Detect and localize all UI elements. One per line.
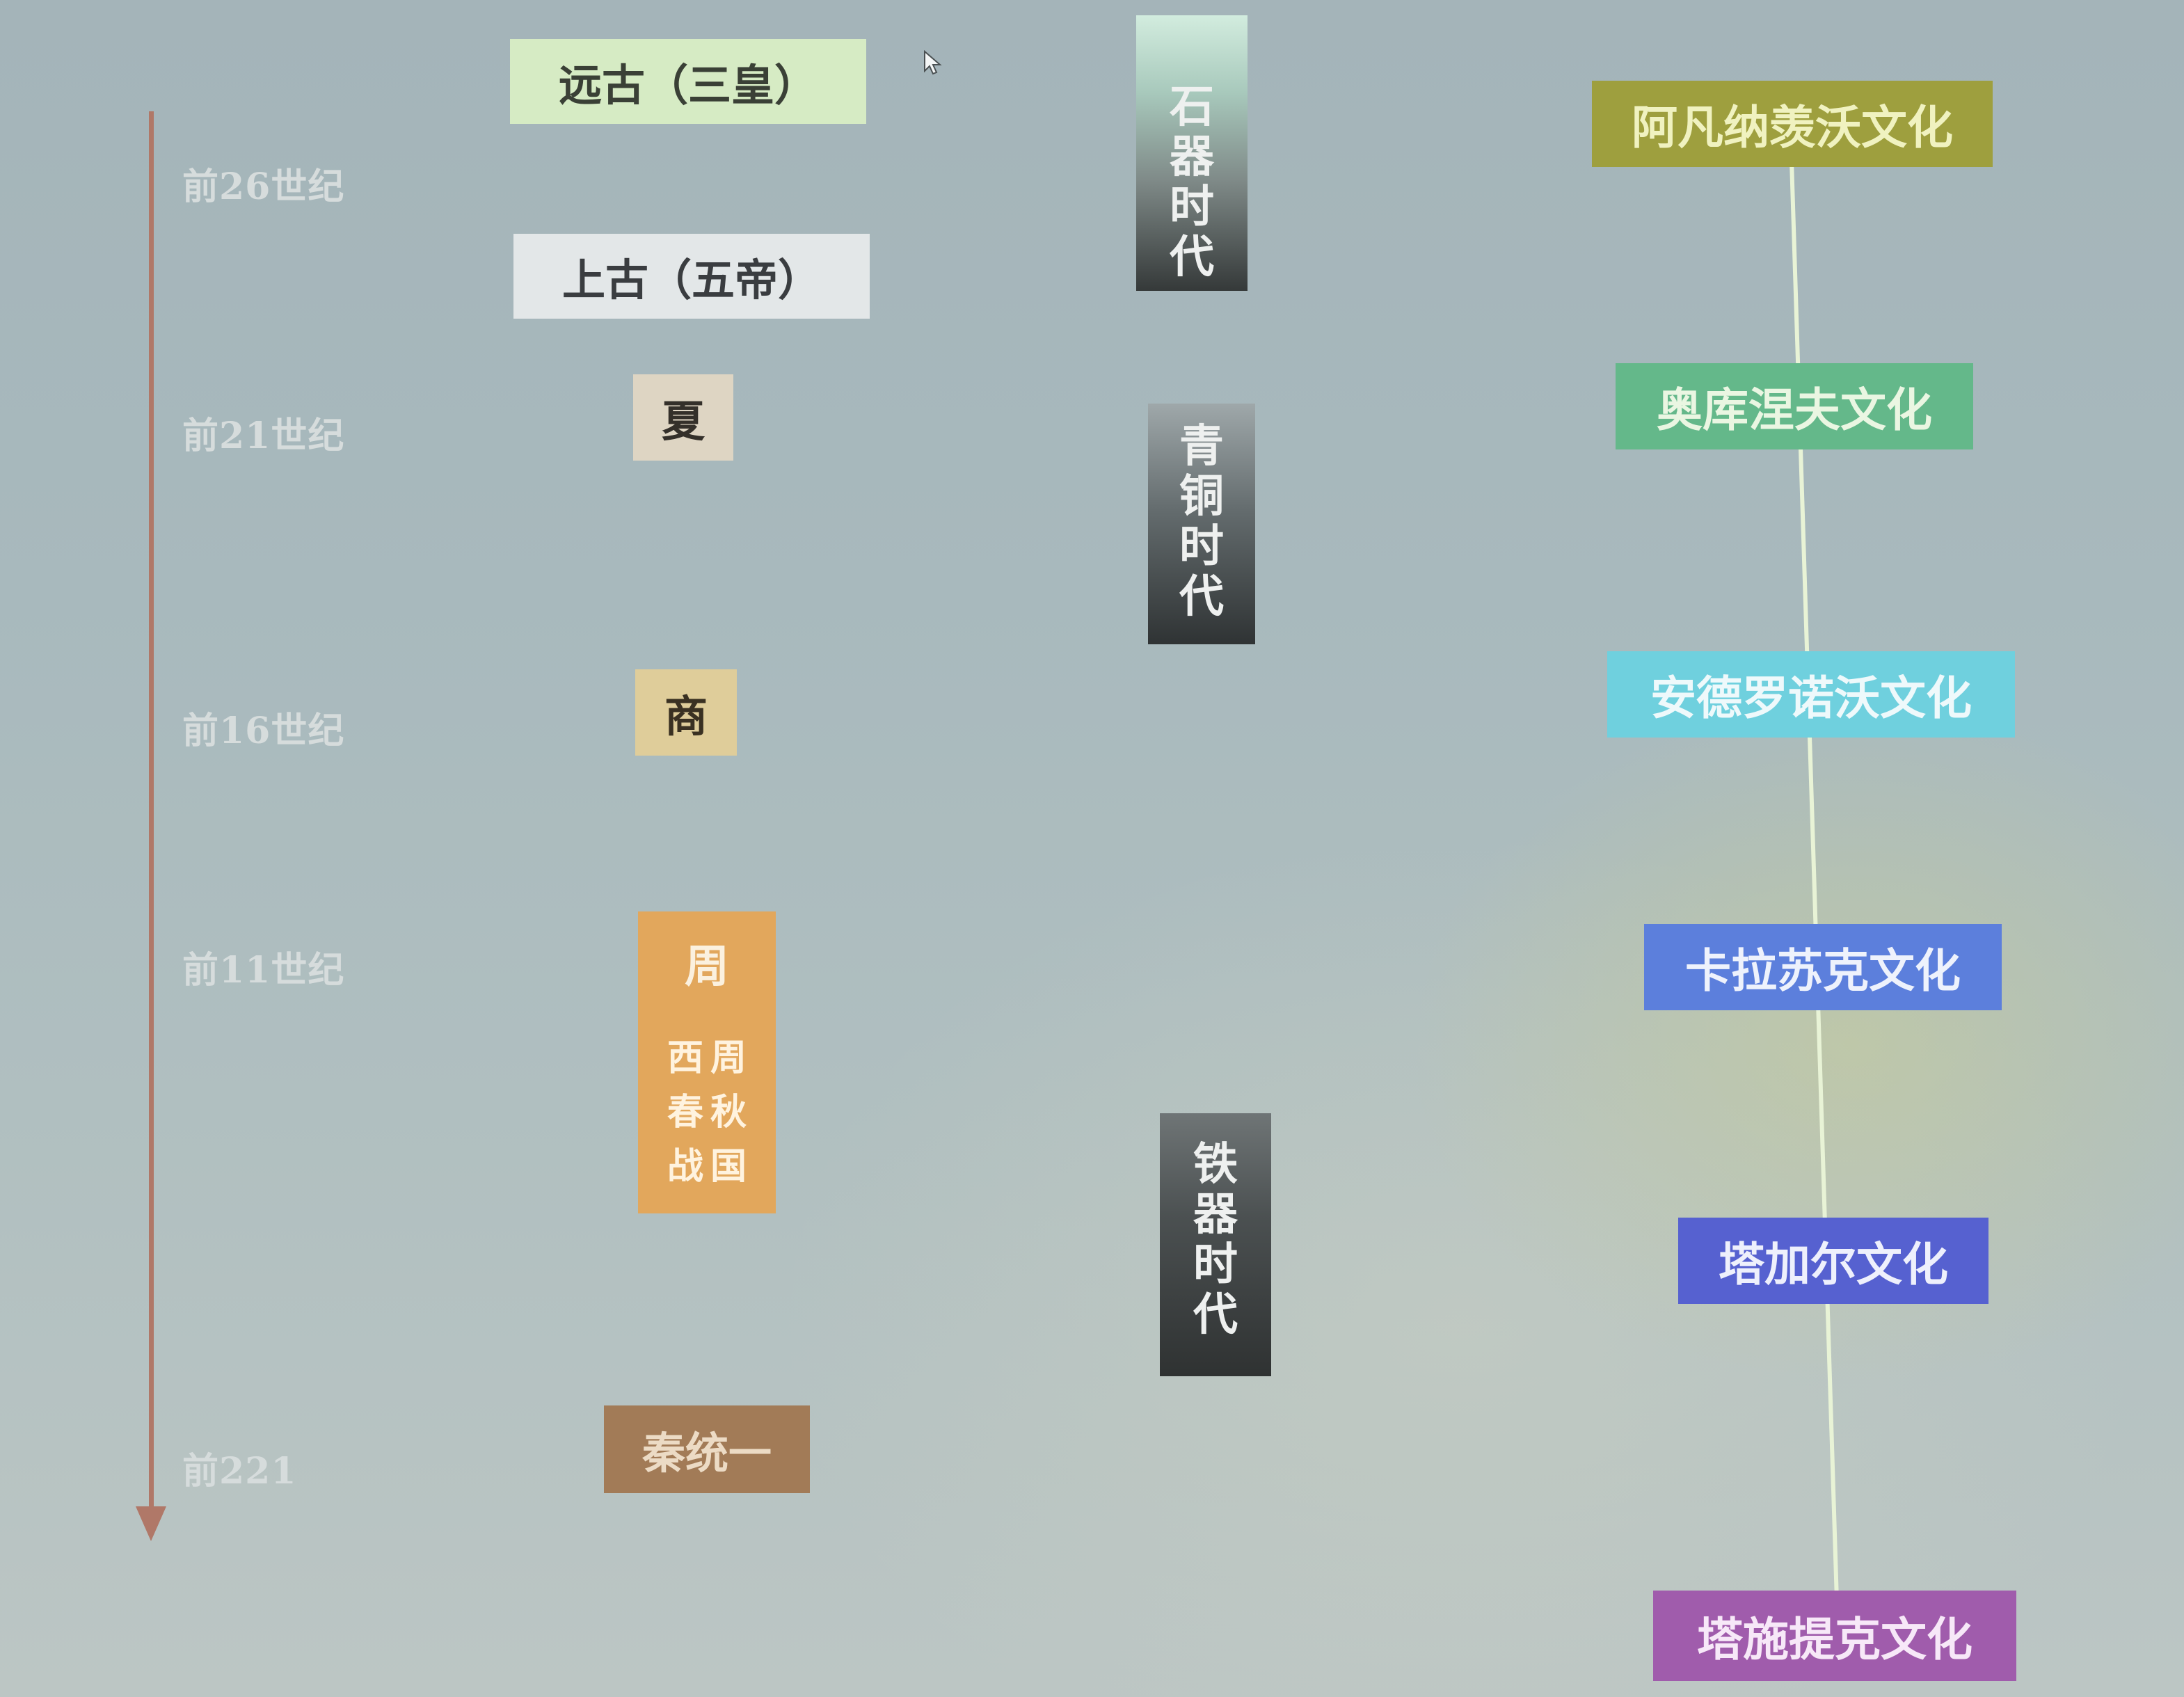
culture-box-karasuk: 卡拉苏克文化	[1644, 924, 2002, 1010]
culture-connector-svg	[1789, 138, 1839, 1601]
culture-label-karasuk: 卡拉苏克文化	[1685, 943, 1961, 998]
slide-canvas: 前26世纪 前21世纪 前16世纪 前11世纪 前221 远古（三皇） 上古（五…	[0, 0, 2184, 1697]
mouse-pointer-icon	[924, 50, 942, 75]
culture-label-okunev: 奥库涅夫文化	[1657, 383, 1932, 437]
culture-box-afanasievo: 阿凡纳羡沃文化	[1592, 81, 1993, 167]
culture-label-tagar: 塔加尔文化	[1719, 1237, 1948, 1291]
culture-box-tashtyk: 塔施提克文化	[1653, 1591, 2016, 1681]
culture-label-afanasievo: 阿凡纳羡沃文化	[1632, 100, 1953, 154]
culture-box-andronovo: 安德罗诺沃文化	[1607, 651, 2015, 738]
culture-connector-line	[1789, 138, 1839, 1601]
culture-box-tagar: 塔加尔文化	[1678, 1218, 1988, 1304]
culture-box-okunev: 奥库涅夫文化	[1616, 363, 1973, 449]
culture-label-andronovo: 安德罗诺沃文化	[1650, 671, 1972, 725]
culture-label-tashtyk: 塔施提克文化	[1697, 1612, 1972, 1666]
